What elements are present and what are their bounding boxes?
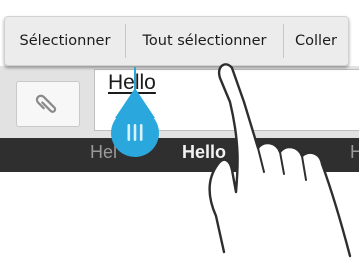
cursor-handle[interactable] (107, 88, 163, 160)
attach-button[interactable] (16, 81, 80, 127)
select-button[interactable]: Sélectionner (5, 17, 125, 65)
hand-pointer-icon (208, 63, 352, 258)
paperclip-icon (35, 94, 57, 113)
